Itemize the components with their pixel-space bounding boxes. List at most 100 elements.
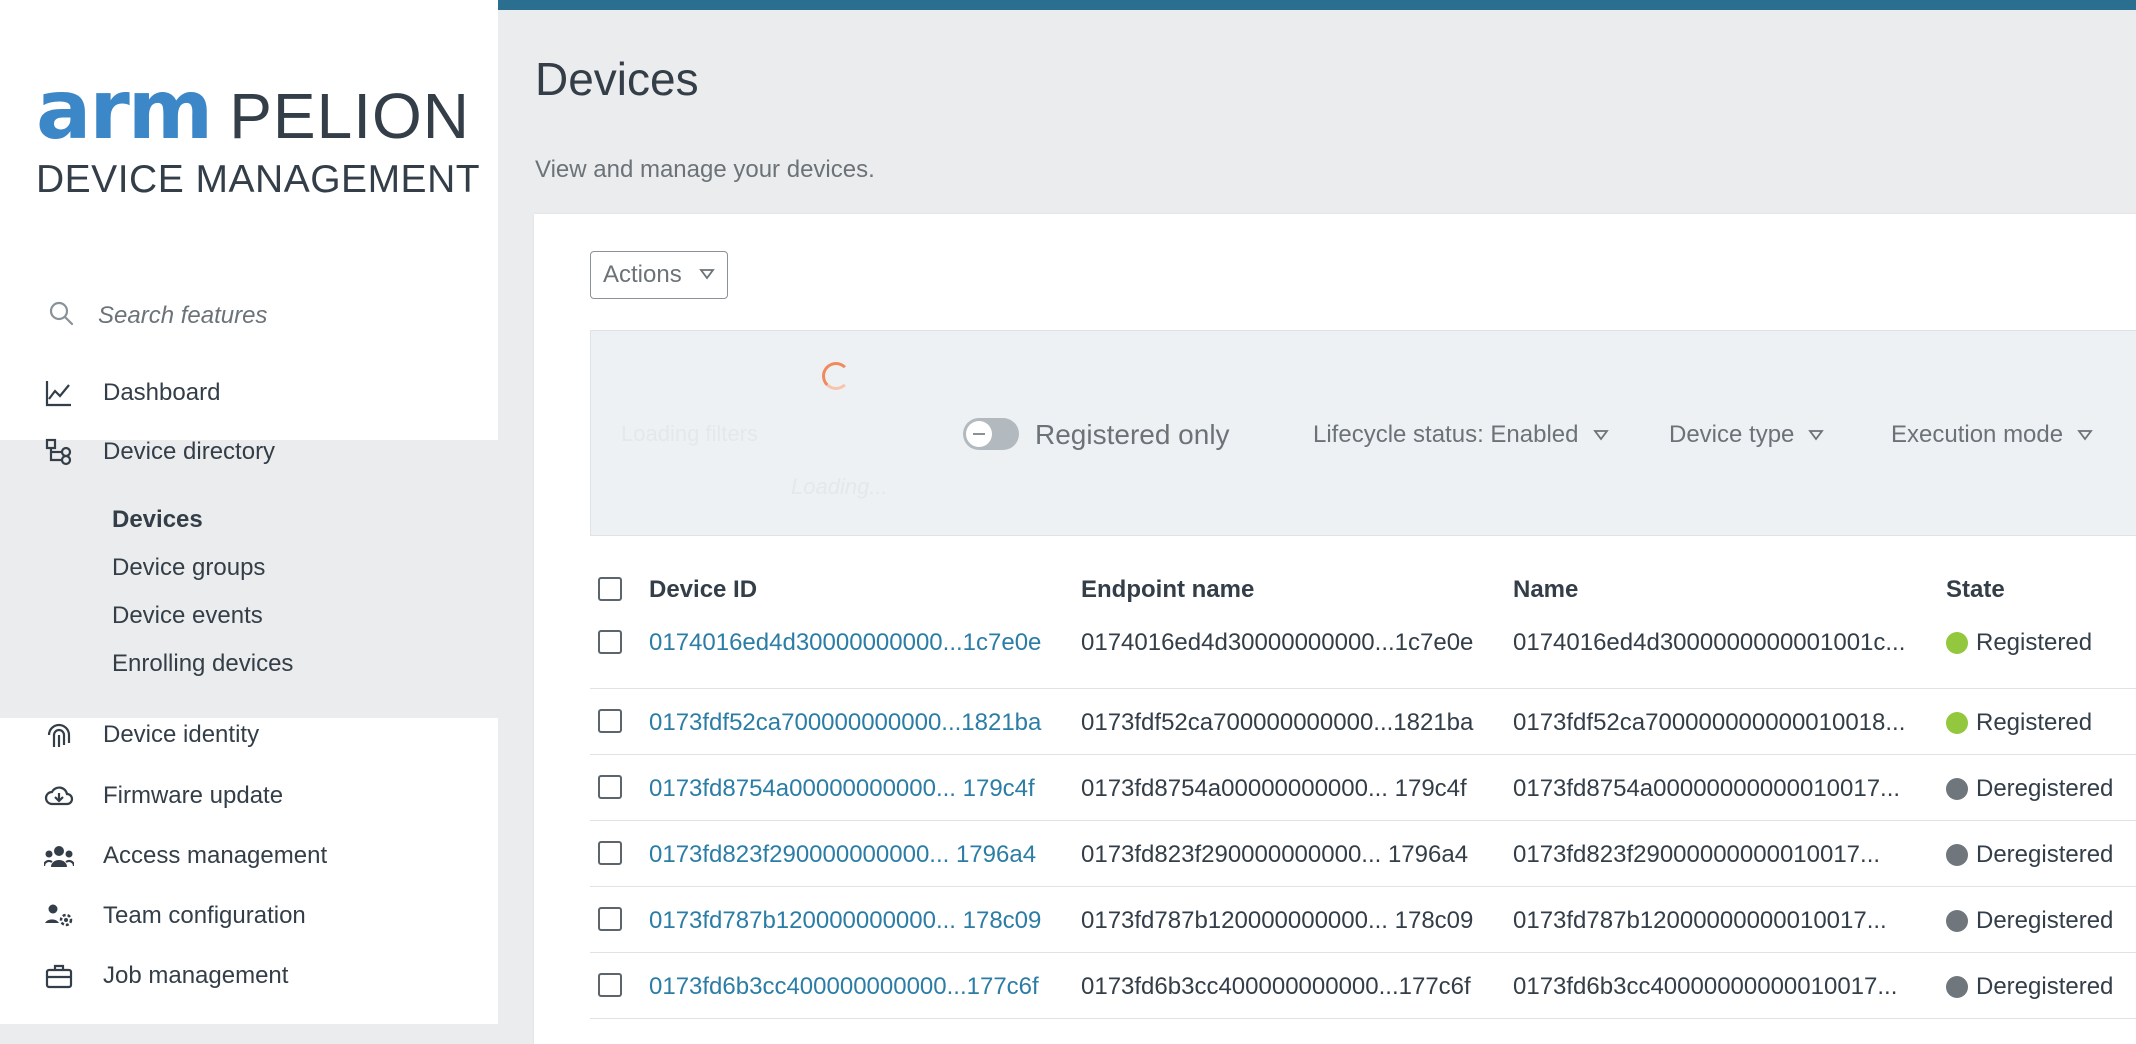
search-icon xyxy=(48,300,74,331)
toggle-knob xyxy=(966,421,992,447)
page-subtitle: View and manage your devices. xyxy=(535,156,875,183)
logo-pelion: PELION xyxy=(229,80,470,152)
status-badge: Registered xyxy=(1946,709,2092,737)
sidebar-item-label: Job management xyxy=(103,962,289,989)
table-row[interactable]: 0173fd787b120000000000... 178c09 0173fd7… xyxy=(590,887,2136,953)
sidebar-item-label: Firmware update xyxy=(103,782,284,809)
state-label: Deregistered xyxy=(1976,841,2114,868)
sidebar-item-label: Access management xyxy=(103,842,328,869)
status-badge: Deregistered xyxy=(1946,775,2113,803)
endpoint-name: 0173fd6b3cc400000000000...177c6f xyxy=(1081,973,1471,1000)
sidebar: arm PELION DEVICE MANAGEMENT Dashboard D… xyxy=(0,0,498,1024)
row-checkbox[interactable] xyxy=(598,841,622,865)
loading-filters-text: Loading filters xyxy=(621,421,758,446)
device-name: 0174016ed4d3000000000001001c... xyxy=(1513,629,1906,656)
chevron-down-icon xyxy=(1808,430,1825,441)
loading-spinner-icon xyxy=(822,362,850,390)
status-badge: Registered xyxy=(1946,629,2092,657)
hierarchy-icon xyxy=(44,437,74,467)
endpoint-name: 0173fd787b120000000000... 178c09 xyxy=(1081,907,1474,934)
team-settings-icon xyxy=(44,901,74,931)
device-name: 0173fd787b12000000000010017... xyxy=(1513,907,1887,934)
status-badge: Deregistered xyxy=(1946,907,2113,935)
sidebar-item-label: Team configuration xyxy=(103,902,306,929)
sidebar-item-label: Device directory xyxy=(103,438,276,465)
deregistered-status-dot-icon xyxy=(1946,844,1968,866)
row-checkbox[interactable] xyxy=(598,709,622,733)
table-row[interactable]: 0173fd823f290000000000... 1796a4 0173fd8… xyxy=(590,821,2136,887)
filter-bar: Loading filters Loading... Registered on… xyxy=(590,330,2136,536)
sidebar-subitem-device-events[interactable]: Device events xyxy=(112,602,263,630)
state-label: Registered xyxy=(1976,629,2093,656)
feature-search xyxy=(48,300,440,331)
table-row[interactable]: 0174016ed4d30000000000...1c7e0e 0174016e… xyxy=(590,626,2136,689)
devices-table: Device ID Endpoint name Name State 01740… xyxy=(590,564,2136,1019)
row-checkbox[interactable] xyxy=(598,630,622,654)
state-label: Registered xyxy=(1976,709,2093,736)
endpoint-name: 0173fdf52ca700000000000...1821ba xyxy=(1081,709,1474,736)
row-checkbox[interactable] xyxy=(598,775,622,799)
lifecycle-status-filter[interactable]: Lifecycle status: Enabled xyxy=(1313,421,1609,449)
logo-subtitle: DEVICE MANAGEMENT xyxy=(36,158,481,201)
table-row[interactable]: 0173fdf52ca700000000000...1821ba 0173fdf… xyxy=(590,689,2136,755)
chart-line-icon xyxy=(44,378,74,408)
device-name: 0173fd8754a00000000000010017... xyxy=(1513,775,1901,802)
device-id-link[interactable]: 0173fd6b3cc400000000000...177c6f xyxy=(649,973,1039,1001)
chevron-down-icon xyxy=(699,267,715,285)
select-all-checkbox[interactable] xyxy=(598,577,622,601)
chevron-down-icon xyxy=(1592,430,1609,441)
sidebar-item-label: Device identity xyxy=(103,721,260,748)
chevron-down-icon xyxy=(2077,430,2093,441)
column-header-endpoint-name[interactable]: Endpoint name xyxy=(1081,576,1254,604)
sidebar-subitem-devices[interactable]: Devices xyxy=(112,506,203,534)
page-title: Devices xyxy=(535,53,699,105)
device-id-link[interactable]: 0173fd8754a00000000000... 179c4f xyxy=(649,775,1035,803)
endpoint-name: 0174016ed4d30000000000...1c7e0e xyxy=(1081,629,1474,656)
column-header-device-id[interactable]: Device ID xyxy=(649,576,757,604)
table-header: Device ID Endpoint name Name State xyxy=(590,564,2136,626)
state-label: Deregistered xyxy=(1976,973,2114,1000)
table-row[interactable]: 0173fd8754a00000000000... 179c4f 0173fd8… xyxy=(590,755,2136,821)
device-id-link[interactable]: 0173fd787b120000000000... 178c09 xyxy=(649,907,1041,935)
top-accent-bar xyxy=(498,0,2136,10)
device-id-link[interactable]: 0173fd823f290000000000... 1796a4 xyxy=(649,841,1036,869)
deregistered-status-dot-icon xyxy=(1946,910,1968,932)
device-id-link[interactable]: 0174016ed4d30000000000...1c7e0e xyxy=(649,629,1041,657)
registered-only-label: Registered only xyxy=(1035,419,1230,450)
column-header-name[interactable]: Name xyxy=(1513,576,1578,604)
status-badge: Deregistered xyxy=(1946,973,2113,1001)
state-label: Deregistered xyxy=(1976,907,2114,934)
table-row[interactable]: 0173fd6b3cc400000000000...177c6f 0173fd6… xyxy=(590,953,2136,1019)
device-name: 0173fd823f29000000000010017... xyxy=(1513,841,1881,868)
actions-dropdown[interactable]: Actions xyxy=(590,251,728,299)
row-checkbox[interactable] xyxy=(598,973,622,997)
column-header-state[interactable]: State xyxy=(1946,576,2005,604)
sidebar-subitem-device-groups[interactable]: Device groups xyxy=(112,554,265,582)
users-icon xyxy=(44,841,74,871)
sidebar-subitem-enrolling-devices[interactable]: Enrolling devices xyxy=(112,650,293,678)
actions-label: Actions xyxy=(603,261,682,288)
device-type-filter[interactable]: Device type xyxy=(1669,421,1825,449)
devices-card: Actions Loading filters Loading... Regis… xyxy=(534,214,2136,1044)
registered-only-toggle[interactable] xyxy=(963,418,1019,450)
sidebar-item-label: Dashboard xyxy=(103,379,221,406)
brand-logo[interactable]: arm PELION DEVICE MANAGEMENT xyxy=(36,70,480,202)
execution-mode-filter[interactable]: Execution mode xyxy=(1891,421,2093,449)
registered-status-dot-icon xyxy=(1946,712,1968,734)
briefcase-icon xyxy=(44,961,74,991)
device-type-label: Device type xyxy=(1669,421,1795,448)
cloud-download-icon xyxy=(44,781,74,811)
endpoint-name: 0173fd8754a00000000000... 179c4f xyxy=(1081,775,1467,802)
device-id-link[interactable]: 0173fdf52ca700000000000...1821ba xyxy=(649,709,1041,737)
logo-arm: arm xyxy=(36,63,213,158)
lifecycle-status-label: Lifecycle status: Enabled xyxy=(1313,421,1579,448)
search-input[interactable] xyxy=(96,300,440,331)
loading-text: Loading... xyxy=(791,474,888,499)
fingerprint-icon xyxy=(44,720,74,750)
endpoint-name: 0173fd823f290000000000... 1796a4 xyxy=(1081,841,1469,868)
execution-mode-label: Execution mode xyxy=(1891,421,2064,448)
row-checkbox[interactable] xyxy=(598,907,622,931)
state-label: Deregistered xyxy=(1976,775,2114,802)
deregistered-status-dot-icon xyxy=(1946,976,1968,998)
status-badge: Deregistered xyxy=(1946,841,2113,869)
